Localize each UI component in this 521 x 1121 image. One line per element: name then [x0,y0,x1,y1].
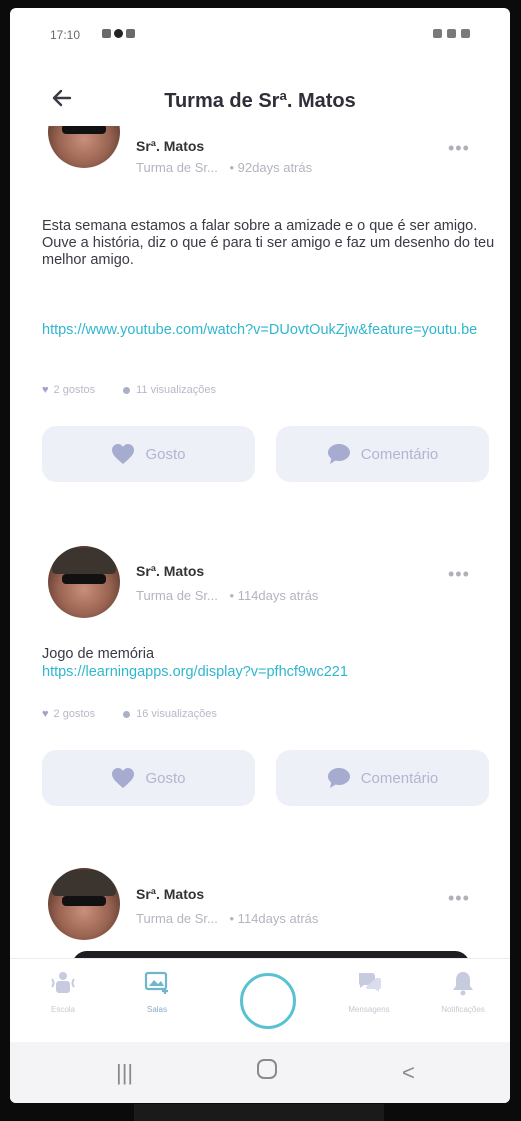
bell-icon [453,972,473,996]
avatar[interactable] [48,126,120,168]
app-icon [114,29,123,38]
likes-count: ♥ 2 gostos [42,708,96,720]
like-button[interactable]: Gosto [42,750,255,806]
post-text: Esta semana estamos a falar sobre a amiz… [42,218,495,268]
photo-icon [126,29,135,38]
post-group[interactable]: Turma de Sr... [136,160,218,175]
more-options-icon[interactable]: ••• [448,564,470,585]
school-icon [51,972,75,993]
post-stats: ♥ 2 gostos 16 visualizações [42,708,217,720]
messages-icon [359,973,381,992]
post-author[interactable]: Srª. Matos [136,886,204,902]
views-count: 11 visualizações [123,384,216,396]
rooms-icon [144,971,168,994]
recent-apps-icon[interactable]: ||| [116,1060,133,1086]
post-author[interactable]: Srª. Matos [136,138,204,154]
bottom-navigation: Escola Salas Mensagens Notificações [10,958,510,1043]
heart-icon [112,444,135,464]
system-navigation-bar: ||| < [10,1042,510,1103]
more-options-icon[interactable]: ••• [448,888,470,909]
comment-button[interactable]: Comentário [276,750,489,806]
post-age: • 114days atrás [229,588,319,603]
post-group[interactable]: Turma de Sr... [136,911,218,926]
gallery-icon [102,29,111,38]
avatar[interactable] [48,868,120,940]
more-options-icon[interactable]: ••• [448,138,470,159]
nfc-icon [433,29,442,38]
phone-screen: 17:10 Turma de Srª. Matos Srª. Matos Tur… [10,8,510,1103]
post-stats: ♥ 2 gostos 11 visualizações [42,384,216,396]
post-link[interactable]: https://www.youtube.com/watch?v=DUovtOuk… [42,322,497,339]
post-age: • 92days atrás [229,160,313,175]
heart-small-icon: ♥ [42,384,49,396]
heart-small-icon: ♥ [42,708,49,720]
likes-count: ♥ 2 gostos [42,384,96,396]
heart-icon [112,768,135,788]
post-feed[interactable]: Srª. Matos Turma de Sr... • 92days atrás… [10,126,510,956]
status-bar: 17:10 [10,8,510,58]
status-system-icons [433,29,470,38]
nav-item-escola[interactable]: Escola [28,969,98,1014]
app-bar: Turma de Srª. Matos [10,76,510,124]
comment-button[interactable]: Comentário [276,426,489,482]
post-group[interactable]: Turma de Sr... [136,588,218,603]
eye-icon [123,710,131,718]
post-link[interactable]: https://learningapps.org/display?v=pfhcf… [42,664,497,681]
post-meta: Turma de Sr... • 114days atrás [136,588,318,603]
compose-circle-icon[interactable] [240,973,296,1029]
status-time: 17:10 [50,28,81,42]
post-author[interactable]: Srª. Matos [136,563,204,579]
wifi-icon [447,29,456,38]
post-meta: Turma de Sr... • 114days atrás [136,911,318,926]
page-title: Turma de Srª. Matos [164,90,356,112]
like-button[interactable]: Gosto [42,426,255,482]
battery-icon [461,29,470,38]
nav-item-notificacoes[interactable]: Notificações [428,969,498,1014]
post-text: Jogo de memória [42,646,155,662]
eye-icon [123,386,131,394]
avatar[interactable] [48,546,120,618]
views-count: 16 visualizações [123,708,217,720]
post-meta: Turma de Sr... • 92days atrás [136,160,312,175]
back-nav-icon[interactable]: < [402,1060,415,1086]
nav-item-salas[interactable]: Salas [122,969,192,1014]
post-age: • 114days atrás [229,911,319,926]
nav-item-mensagens[interactable]: Mensagens [334,969,404,1014]
comment-icon [327,768,350,788]
device-bottom-edge [134,1104,384,1121]
comment-icon [327,444,350,464]
home-icon[interactable] [256,1058,278,1086]
status-notification-icons [102,29,135,38]
